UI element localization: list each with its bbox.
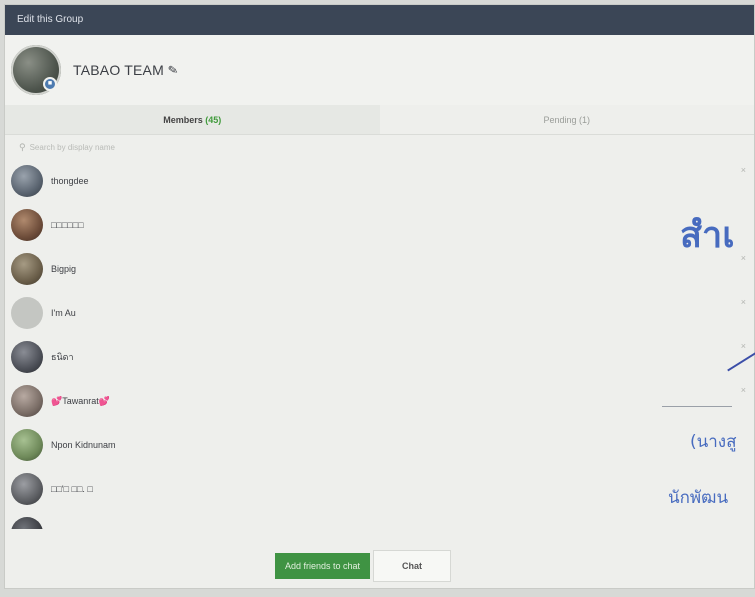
close-icon[interactable]: × xyxy=(741,165,746,175)
member-name: Npon Kidnunam xyxy=(51,440,116,450)
tab-members[interactable]: Members (45) xyxy=(5,105,380,134)
avatar xyxy=(11,297,43,329)
footer-actions: Add friends to chat Chat xyxy=(5,544,754,588)
tab-pending-label: Pending (1) xyxy=(543,115,591,125)
avatar xyxy=(11,517,43,529)
list-item[interactable]: ธนิดา × xyxy=(5,335,754,379)
member-name: □□□□□□ xyxy=(51,220,84,230)
tab-members-count: (45) xyxy=(205,115,222,125)
list-item[interactable]: □□□□□□ xyxy=(5,203,754,247)
avatar xyxy=(11,429,43,461)
avatar xyxy=(11,473,43,505)
member-name: 💕Tawanrat💕 xyxy=(51,395,110,406)
member-name: Bigpig xyxy=(51,264,77,274)
search-icon: ⚲ xyxy=(19,141,26,152)
group-name: TABAO TEAM xyxy=(73,62,164,78)
list-item[interactable] xyxy=(5,511,754,529)
search-input[interactable] xyxy=(29,142,230,152)
member-list: thongdee × □□□□□□ Bigpig × I'm Au × ธนิด… xyxy=(5,159,754,529)
list-item[interactable]: □□'□ □□. □ xyxy=(5,467,754,511)
overlay-line-1: (นางสู xyxy=(690,432,737,452)
close-icon[interactable]: × xyxy=(741,341,746,351)
avatar xyxy=(11,165,43,197)
close-icon[interactable]: × xyxy=(741,253,746,263)
add-friends-button[interactable]: Add friends to chat xyxy=(274,553,371,579)
chat-button[interactable]: Chat xyxy=(373,550,452,582)
list-item[interactable]: Npon Kidnunam xyxy=(5,423,754,467)
edit-group-window: Edit this Group ■ TABAO TEAM ✎ Members (… xyxy=(4,4,755,589)
list-item[interactable]: 💕Tawanrat💕 × xyxy=(5,379,754,423)
close-icon[interactable]: × xyxy=(741,385,746,395)
window-title: Edit this Group xyxy=(5,5,754,35)
edit-icon[interactable]: ✎ xyxy=(167,62,179,78)
list-item[interactable]: thongdee × xyxy=(5,159,754,203)
member-name: thongdee xyxy=(51,176,89,186)
list-item[interactable]: Bigpig × xyxy=(5,247,754,291)
camera-icon[interactable]: ■ xyxy=(43,77,57,91)
avatar xyxy=(11,209,43,241)
overlay-line-2: นักพัฒน xyxy=(668,488,729,508)
avatar xyxy=(11,385,43,417)
group-header: ■ TABAO TEAM ✎ xyxy=(5,35,754,105)
member-name: ธนิดา xyxy=(51,352,74,362)
group-avatar[interactable]: ■ xyxy=(11,45,61,95)
member-tabs: Members (45) Pending (1) xyxy=(5,105,754,135)
member-name: □□'□ □□. □ xyxy=(51,484,93,494)
member-search: ⚲ xyxy=(5,135,754,159)
tab-members-label: Members xyxy=(163,115,203,125)
divider xyxy=(662,406,732,407)
tab-pending[interactable]: Pending (1) xyxy=(380,105,755,134)
member-name: I'm Au xyxy=(51,308,76,318)
avatar xyxy=(11,253,43,285)
overlay-heading: สำเ xyxy=(680,215,735,256)
list-item[interactable]: I'm Au × xyxy=(5,291,754,335)
close-icon[interactable]: × xyxy=(741,297,746,307)
avatar xyxy=(11,341,43,373)
